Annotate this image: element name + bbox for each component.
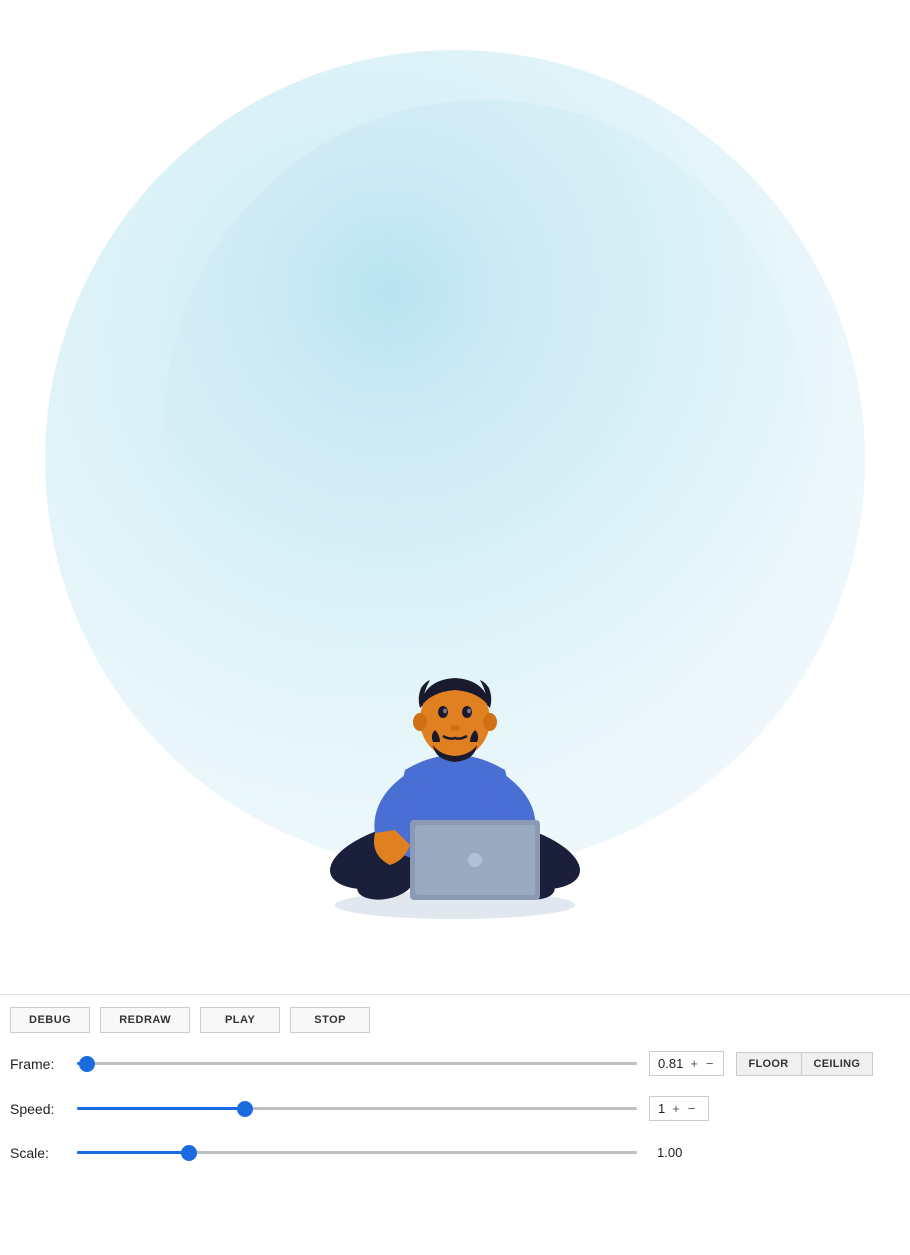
frame-value: 0.81	[658, 1056, 683, 1071]
stop-button[interactable]: STOP	[290, 1007, 370, 1033]
redraw-button[interactable]: REDRAW	[100, 1007, 190, 1033]
ceiling-button[interactable]: CEILING	[802, 1053, 873, 1075]
speed-plus-btn[interactable]: +	[671, 1102, 681, 1115]
speed-minus-btn[interactable]: −	[687, 1102, 697, 1115]
scale-slider-thumb[interactable]	[181, 1145, 197, 1161]
frame-label: Frame:	[10, 1056, 65, 1072]
frame-control-row: Frame: 0.81 + − FLOOR CEILING	[0, 1041, 910, 1086]
speed-slider-container[interactable]	[77, 1099, 637, 1119]
toolbar-row: DEBUG REDRAW PLAY STOP	[0, 999, 910, 1041]
play-button[interactable]: PLAY	[200, 1007, 280, 1033]
frame-slider-thumb[interactable]	[79, 1056, 95, 1072]
frame-value-box: 0.81 + −	[649, 1051, 724, 1076]
scale-label: Scale:	[10, 1145, 65, 1161]
speed-value: 1	[658, 1101, 665, 1116]
speed-label: Speed:	[10, 1101, 65, 1117]
speed-slider-track	[77, 1107, 637, 1110]
scale-slider-fill	[77, 1151, 189, 1154]
speed-value-box: 1 + −	[649, 1096, 709, 1121]
person-illustration	[295, 550, 615, 930]
floor-button[interactable]: FLOOR	[737, 1053, 802, 1075]
frame-minus-btn[interactable]: −	[705, 1057, 715, 1070]
frame-slider-track	[77, 1062, 637, 1065]
debug-button[interactable]: DEBUG	[10, 1007, 90, 1033]
frame-plus-btn[interactable]: +	[689, 1057, 699, 1070]
scale-slider-container[interactable]	[77, 1143, 637, 1163]
scale-control-row: Scale: 1.00	[0, 1131, 910, 1174]
controls-area: DEBUG REDRAW PLAY STOP Frame: 0.81 + − F…	[0, 970, 910, 1255]
speed-slider-fill	[77, 1107, 245, 1110]
illustration-area	[0, 0, 910, 970]
speed-slider-thumb[interactable]	[237, 1101, 253, 1117]
frame-slider-container[interactable]	[77, 1054, 637, 1074]
scale-slider-track	[77, 1151, 637, 1154]
scale-value: 1.00	[649, 1141, 709, 1164]
divider	[0, 994, 910, 995]
speed-control-row: Speed: 1 + −	[0, 1086, 910, 1131]
floor-ceiling-group: FLOOR CEILING	[736, 1052, 874, 1076]
